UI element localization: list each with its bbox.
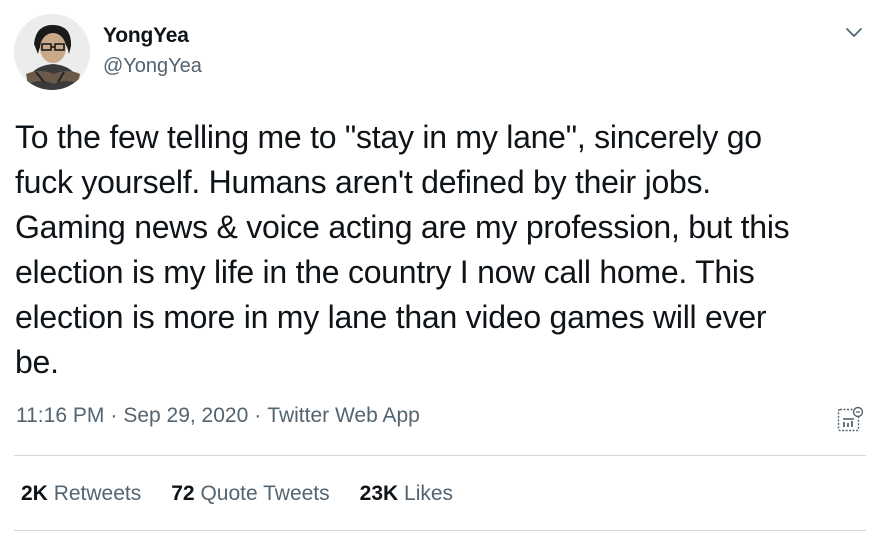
tweet-card: YongYea @YongYea To the few telling me t… <box>0 0 895 535</box>
analytics-icon <box>836 406 864 438</box>
quote-tweets-label: Quote Tweets <box>200 482 330 505</box>
meta-separator: · <box>110 404 118 427</box>
likes-count: 23K <box>359 482 399 505</box>
quote-tweets-count: 72 <box>171 482 195 505</box>
quote-tweets-stat[interactable]: 72 Quote Tweets <box>171 482 329 506</box>
avatar[interactable] <box>14 14 90 90</box>
chevron-down-icon <box>845 26 863 44</box>
tweet-date[interactable]: Sep 29, 2020 <box>123 404 248 428</box>
meta-separator: · <box>254 404 262 427</box>
retweets-label: Retweets <box>53 482 142 505</box>
likes-label: Likes <box>404 482 454 505</box>
likes-stat[interactable]: 23K Likes <box>360 482 453 506</box>
retweets-count: 2K <box>21 482 48 505</box>
more-options-button[interactable] <box>841 22 867 48</box>
tweet-time[interactable]: 11:16 PM <box>16 404 104 428</box>
tweet-meta: 11:16 PM · Sep 29, 2020 · Twitter Web App <box>16 404 420 428</box>
retweets-stat[interactable]: 2K Retweets <box>21 482 141 506</box>
tweet-source[interactable]: Twitter Web App <box>267 404 420 428</box>
tweet-text: To the few telling me to "stay in my lan… <box>15 119 790 380</box>
tweet-stats: 2K Retweets 72 Quote Tweets 23K Likes <box>21 482 453 506</box>
display-name[interactable]: YongYea <box>103 24 189 48</box>
analytics-button[interactable] <box>836 406 864 434</box>
divider <box>14 530 866 531</box>
divider <box>14 455 866 456</box>
user-handle[interactable]: @YongYea <box>103 55 202 78</box>
avatar-image <box>14 14 90 90</box>
